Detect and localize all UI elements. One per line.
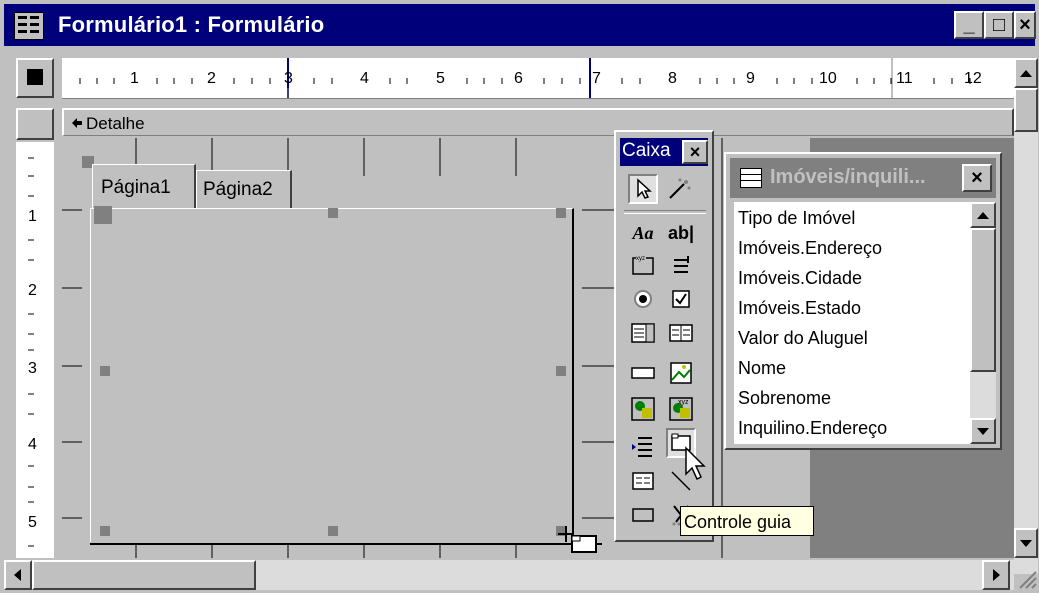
detail-section-bar[interactable]: Detalhe — [62, 108, 1014, 136]
section-arrow-icon — [72, 118, 82, 128]
command-button-tool-icon[interactable] — [628, 358, 658, 388]
list-item[interactable]: Imóveis.Endereço — [738, 238, 882, 259]
field-list[interactable]: Tipo de Imóvel Imóveis.Endereço Imóveis.… — [734, 202, 970, 444]
svg-text:xyz: xyz — [636, 256, 645, 262]
selection-handle[interactable] — [328, 526, 338, 536]
option-group-tool-icon[interactable]: xyz — [628, 250, 658, 280]
list-item[interactable]: Valor do Aluguel — [738, 328, 868, 349]
maximize-button[interactable]: □ — [984, 11, 1014, 39]
svg-text:xyz: xyz — [678, 399, 689, 406]
toolbox-title-bar[interactable]: Caixa × — [620, 138, 708, 166]
ruler-number: 2 — [28, 282, 37, 299]
window-title: Formulário1 : Formulário — [58, 12, 325, 37]
tab-draw-cursor-icon — [558, 526, 597, 553]
list-item[interactable]: Imóveis.Cidade — [738, 268, 862, 289]
tab-pagina1[interactable]: Página1 — [92, 164, 196, 208]
page-break-tool-icon[interactable] — [628, 430, 658, 460]
ruler-number: 5 — [436, 70, 445, 87]
ruler-number: 5 — [28, 514, 37, 531]
image-tool-icon[interactable] — [666, 358, 696, 388]
ruler-number: 1 — [28, 208, 37, 225]
selection-handle[interactable] — [556, 366, 566, 376]
form-design-window: Formulário1 : Formulário _ □ × 1 2 3 4 5… — [0, 0, 1039, 593]
bound-object-frame-tool-icon[interactable]: xyz — [666, 394, 696, 424]
list-item[interactable]: Inquilino.Endereço — [738, 418, 887, 439]
list-item[interactable]: Sobrenome — [738, 388, 831, 409]
ruler-number: 6 — [514, 70, 523, 87]
scroll-thumb[interactable] — [32, 560, 256, 590]
text-box-tool-icon[interactable]: ab| — [666, 218, 696, 248]
section-selector[interactable] — [16, 108, 54, 140]
scroll-down-button[interactable] — [1014, 528, 1038, 558]
unbound-object-frame-tool-icon[interactable] — [628, 394, 658, 424]
title-bar[interactable]: Formulário1 : Formulário _ □ × — [4, 4, 1036, 46]
toolbox-close-button[interactable]: × — [682, 140, 708, 164]
tab-pagina2[interactable]: Página2 — [196, 170, 292, 208]
vertical-scrollbar[interactable] — [1014, 58, 1038, 574]
resize-grip-icon[interactable] — [1014, 566, 1038, 590]
rectangle-tool-icon[interactable] — [628, 500, 658, 530]
select-objects-icon[interactable] — [628, 174, 658, 204]
scroll-thumb[interactable] — [970, 228, 996, 372]
ruler-number: 11 — [896, 70, 913, 87]
ruler-number: 12 — [964, 70, 982, 87]
scroll-thumb[interactable] — [1014, 88, 1038, 132]
horizontal-scrollbar[interactable] — [4, 560, 1014, 590]
section-label: Detalhe — [86, 114, 145, 133]
control-wizard-icon[interactable] — [664, 174, 694, 204]
selection-handle[interactable] — [556, 208, 566, 218]
list-item[interactable]: Tipo de Imóvel — [738, 208, 855, 229]
ruler-number: 3 — [284, 70, 293, 87]
list-box-tool-icon[interactable] — [666, 318, 696, 348]
ruler-number: 1 — [130, 70, 139, 87]
tab-label: Página1 — [101, 177, 171, 198]
minimize-button[interactable]: _ — [954, 11, 984, 39]
field-list-window[interactable]: Imóveis/inquili... × Tipo de Imóvel Imóv… — [724, 152, 1002, 450]
tab-control-page[interactable] — [90, 208, 574, 542]
list-item[interactable]: Imóveis.Estado — [738, 298, 861, 319]
tab-label: Página2 — [203, 179, 273, 200]
ruler-number: 2 — [207, 70, 216, 87]
table-icon — [740, 168, 762, 188]
ruler-number: 4 — [360, 70, 369, 87]
label-tool-icon[interactable]: Aa — [628, 218, 658, 248]
subform-tool-icon[interactable] — [628, 466, 658, 496]
field-list-close-button[interactable]: × — [962, 164, 992, 192]
field-list-title-bar[interactable]: Imóveis/inquili... × — [730, 158, 996, 198]
vertical-ruler[interactable]: 1 2 3 4 5 — [16, 142, 54, 558]
selection-handle[interactable] — [100, 366, 110, 376]
ruler-number: 4 — [28, 436, 37, 453]
list-item[interactable]: Nome — [738, 358, 786, 379]
ruler-number: 10 — [819, 70, 837, 87]
scroll-up-button[interactable] — [970, 202, 996, 228]
check-box-tool-icon[interactable] — [666, 284, 696, 314]
ruler-number: 9 — [746, 70, 755, 87]
tooltip: Controle guia — [680, 506, 814, 536]
field-list-title: Imóveis/inquili... — [770, 166, 926, 188]
combo-box-tool-icon[interactable] — [628, 318, 658, 348]
form-icon — [14, 12, 44, 40]
ruler-number: 3 — [28, 360, 37, 377]
scroll-right-button[interactable] — [982, 560, 1010, 590]
field-list-scrollbar[interactable] — [970, 202, 996, 444]
toggle-button-tool-icon[interactable] — [666, 250, 696, 280]
form-selector[interactable] — [16, 58, 54, 98]
horizontal-ruler[interactable]: 1 2 3 4 5 6 7 8 9 10 11 12 — [62, 58, 1014, 99]
selection-handle[interactable] — [94, 206, 112, 224]
ruler-number: 8 — [668, 70, 677, 87]
scroll-left-button[interactable] — [4, 560, 32, 590]
selection-handle[interactable] — [328, 208, 338, 218]
close-button[interactable]: × — [1014, 11, 1036, 39]
scroll-down-button[interactable] — [970, 418, 996, 444]
scroll-up-button[interactable] — [1014, 58, 1038, 88]
toolbox-title: Caixa — [622, 140, 671, 161]
selection-handle[interactable] — [100, 526, 110, 536]
option-button-tool-icon[interactable] — [628, 284, 658, 314]
ruler-number: 7 — [592, 70, 601, 87]
mouse-pointer-icon — [685, 446, 706, 481]
